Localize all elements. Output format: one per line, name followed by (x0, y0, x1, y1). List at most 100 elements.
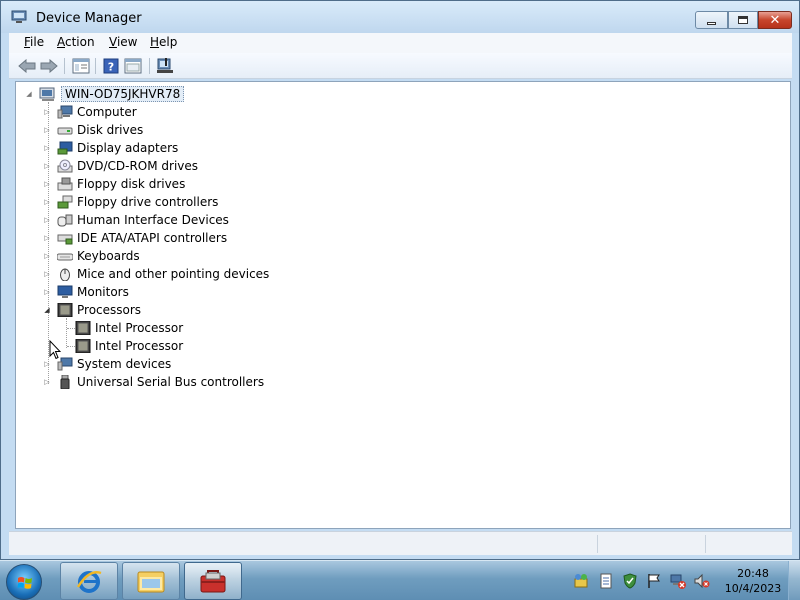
back-button[interactable] (17, 57, 37, 75)
caption-buttons: ✕ (695, 11, 792, 29)
forward-button[interactable] (39, 57, 59, 75)
tree-item-label: DVD/CD-ROM drives (77, 159, 199, 173)
processor-icon (75, 339, 91, 353)
tree-item-display-adapters[interactable]: ▷ Display adapters (43, 139, 178, 157)
tree-item-computer[interactable]: ▷ Computer (43, 103, 136, 121)
menu-action-rest: ction (65, 35, 95, 49)
floppy-disk-icon (57, 177, 73, 191)
expand-triangle-icon[interactable]: ▷ (43, 378, 51, 386)
tree-item-human-interface-devices[interactable]: ▷ Human Interface Devices (43, 211, 229, 229)
windows-logo-icon (17, 577, 32, 589)
taskbar: 20:48 10/4/2023 (0, 560, 800, 600)
menu-help-rest: elp (159, 35, 178, 49)
mouse-cursor-icon (49, 340, 61, 360)
expand-triangle-icon[interactable]: ▷ (43, 126, 51, 134)
menu-file[interactable]: File (24, 35, 44, 49)
minimize-icon (707, 21, 716, 25)
volume-muted-icon[interactable] (694, 573, 710, 589)
tree-item-label: Intel Processor (95, 321, 184, 335)
tree-item-monitors[interactable]: ▷ Monitors (43, 283, 129, 301)
tree-item-mice[interactable]: ▷ Mice and other pointing devices (43, 265, 269, 283)
menu-view-accel: V (109, 35, 117, 49)
title-bar[interactable]: Device Manager ✕ (1, 1, 799, 33)
menu-bar: File Action View Help (9, 33, 792, 53)
tree-item-label: IDE ATA/ATAPI controllers (77, 231, 228, 245)
expand-triangle-icon[interactable]: ▷ (43, 216, 51, 224)
forward-arrow-icon (40, 59, 58, 73)
collapse-triangle-icon[interactable]: ◢ (43, 306, 51, 314)
start-button[interactable] (6, 564, 42, 600)
expand-triangle-icon[interactable]: ▷ (43, 144, 51, 152)
device-manager-icon (11, 10, 27, 23)
monitor-icon (57, 285, 73, 298)
toolbar: ? (9, 53, 792, 79)
taskbar-internet-explorer[interactable] (60, 562, 118, 600)
tree-root[interactable]: ◢ WIN-OD75JKHVR78 (25, 85, 185, 103)
clock-date: 10/4/2023 (724, 582, 782, 595)
show-desktop-button[interactable] (788, 561, 800, 600)
tree-item-system-devices[interactable]: ▷ System devices (43, 355, 171, 373)
properties-icon (124, 58, 142, 74)
help-button[interactable]: ? (101, 57, 121, 75)
expand-triangle-icon[interactable]: ▷ (43, 288, 51, 296)
minimize-button[interactable] (695, 11, 728, 29)
usb-icon (60, 375, 70, 389)
internet-explorer-icon (76, 571, 102, 593)
shield-check-icon[interactable] (622, 573, 638, 589)
tree-item-label: Keyboards (77, 249, 140, 263)
network-error-icon[interactable] (670, 573, 686, 589)
tree-item-disk-drives[interactable]: ▷ Disk drives (43, 121, 143, 139)
toolbar-separator (95, 58, 96, 74)
expand-triangle-icon[interactable]: ▷ (43, 198, 51, 206)
tree-item-keyboards[interactable]: ▷ Keyboards (43, 247, 140, 265)
status-cell (597, 535, 705, 553)
maximize-icon (738, 16, 748, 24)
expand-triangle-icon[interactable]: ▷ (43, 108, 51, 116)
tree-item-label: Human Interface Devices (77, 213, 229, 227)
window-title: Device Manager (36, 11, 142, 26)
tree-item-label: Intel Processor (95, 339, 184, 353)
collapse-triangle-icon[interactable]: ◢ (25, 90, 33, 98)
tree-item-processors[interactable]: ◢ Processors (43, 301, 141, 319)
show-hide-console-tree-icon (72, 58, 90, 74)
properties-button[interactable] (123, 57, 143, 75)
system-tray (570, 569, 720, 595)
tree-item-label: Disk drives (77, 123, 144, 137)
scan-hardware-icon (157, 58, 173, 73)
tree-item-intel-processor[interactable]: Intel Processor (69, 319, 183, 337)
clock[interactable]: 20:48 10/4/2023 (718, 566, 788, 596)
tree-item-usb-controllers[interactable]: ▷ Universal Serial Bus controllers (43, 373, 264, 391)
close-button[interactable]: ✕ (758, 11, 792, 29)
floppy-controller-icon (57, 195, 73, 209)
expand-triangle-icon[interactable]: ▷ (43, 270, 51, 278)
expand-triangle-icon[interactable]: ▷ (43, 162, 51, 170)
tree-item-dvd-drives[interactable]: ▷ DVD/CD-ROM drives (43, 157, 198, 175)
menu-action[interactable]: Action (57, 35, 95, 49)
menu-view-rest: iew (116, 35, 138, 49)
tree-item-label: Mice and other pointing devices (77, 267, 270, 281)
display-adapter-icon (57, 141, 73, 155)
tree-item-floppy-drive-controllers[interactable]: ▷ Floppy drive controllers (43, 193, 218, 211)
expand-triangle-icon[interactable]: ▷ (43, 360, 51, 368)
maximize-button[interactable] (728, 11, 758, 29)
tree-item-floppy-disk-drives[interactable]: ▷ Floppy disk drives (43, 175, 185, 193)
tree-item-label: Monitors (77, 285, 129, 299)
document-icon[interactable] (598, 573, 614, 589)
action-center-flag-icon[interactable] (646, 573, 662, 589)
status-cell (705, 535, 791, 553)
taskbar-device-manager[interactable] (184, 562, 242, 600)
menu-help[interactable]: Help (150, 35, 177, 49)
mouse-icon (60, 268, 70, 281)
tree-item-intel-processor[interactable]: Intel Processor (69, 337, 183, 355)
menu-view[interactable]: View (109, 35, 137, 49)
console-tree-button[interactable] (71, 57, 91, 75)
network-share-icon[interactable] (573, 573, 589, 589)
scan-hardware-button[interactable] (155, 57, 175, 75)
device-tree[interactable]: ◢ WIN-OD75JKHVR78 ▷ Computer ▷ Disk driv… (15, 81, 791, 529)
expand-triangle-icon[interactable]: ▷ (43, 180, 51, 188)
taskbar-windows-explorer[interactable] (122, 562, 180, 600)
expand-triangle-icon[interactable]: ▷ (43, 234, 51, 242)
tree-item-ide-controllers[interactable]: ▷ IDE ATA/ATAPI controllers (43, 229, 227, 247)
expand-triangle-icon[interactable]: ▷ (43, 252, 51, 260)
tree-connector (66, 318, 67, 348)
